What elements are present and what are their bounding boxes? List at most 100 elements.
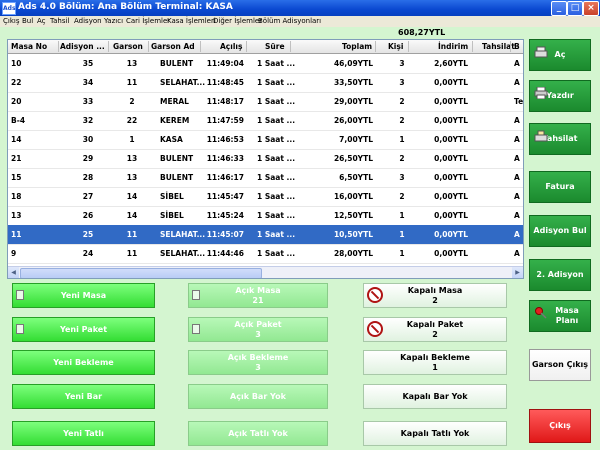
closed-waiting-button[interactable]: Kapalı Bekleme 1 (363, 350, 507, 375)
collect-button[interactable]: Tahsilat (529, 123, 591, 155)
cell-acilis: 11:48:45 (206, 78, 244, 87)
new-package-button[interactable]: Yeni Paket (12, 317, 155, 342)
column-header-masa-no[interactable]: Masa No (11, 42, 47, 51)
cell-masa-no: 20 (11, 97, 22, 106)
minimize-icon[interactable]: _ (551, 1, 567, 16)
menu-item-adisyon[interactable]: Adisyon (74, 16, 102, 27)
cell-acilis: 11:45:07 (206, 230, 244, 239)
orders-table: Masa No Adisyon ... Garson Garson Ad Açı… (7, 39, 524, 279)
column-header-toplam[interactable]: Toplam (342, 42, 372, 51)
exit-button[interactable]: Çıkış (529, 409, 591, 443)
menu-item-tahsil[interactable]: Tahsil (50, 16, 69, 27)
menu-item-cikis[interactable]: Çıkış (3, 16, 19, 27)
find-bill-button[interactable]: Adisyon Bul (529, 215, 591, 247)
menu-item-diger-islemler[interactable]: Diğer İşlemler (213, 16, 262, 27)
invoice-button[interactable]: Fatura (529, 171, 591, 203)
open-dessert-button[interactable]: Açık Tatlı Yok (188, 421, 328, 446)
table-row[interactable]: 15 28 13 BULENT 11:46:17 1 Saat ... 6,50YTL 3 0,… (8, 168, 523, 188)
table-row[interactable]: B-4 32 22 KEREM 11:47:59 1 Saat ... 26,00YTL 2 0… (8, 111, 523, 131)
new-table-button[interactable]: Yeni Masa (12, 283, 155, 308)
cell-garson: 11 (126, 249, 138, 258)
open-button[interactable]: Aç (529, 39, 591, 71)
second-bill-button[interactable]: 2. Adisyon (529, 259, 591, 291)
cell-sure: 1 Saat ... (257, 249, 296, 258)
table-row[interactable]: 11 25 11 SELAHAT... 11:45:07 1 Saat ... 10,50Y… (8, 225, 523, 245)
menu-item-yazici[interactable]: Yazıcı (104, 16, 123, 27)
menu-item-cari-islemler[interactable]: Cari İşlemler (126, 16, 170, 27)
cell-indirim: 0,00YTL (434, 135, 468, 144)
cell-garson-ad: SİBEL (160, 211, 184, 220)
table-row[interactable]: 18 27 14 SİBEL 11:45:47 1 Saat ... 16,00YTL 2 0,… (8, 187, 523, 207)
table-row[interactable]: 21 29 13 BULENT 11:46:33 1 Saat ... 26,50YTL 2 0… (8, 149, 523, 169)
horizontal-scrollbar[interactable]: ◀ ▶ (8, 266, 523, 278)
column-header-acilis[interactable]: Açılış (220, 42, 242, 51)
cell-acilis: 11:46:53 (206, 135, 244, 144)
closed-packages-button[interactable]: Kapalı Paket 2 (363, 317, 507, 342)
print-button[interactable]: Yazdır (529, 80, 591, 112)
open-packages-button[interactable]: Açık Paket 3 (188, 317, 328, 342)
column-header-indirim[interactable]: İndirim (438, 42, 468, 51)
new-bar-button[interactable]: Yeni Bar (12, 384, 155, 409)
cell-kisi: 3 (399, 173, 405, 182)
maximize-icon[interactable]: □ (567, 1, 583, 16)
cell-adisyon: 24 (82, 249, 94, 258)
new-dessert-button[interactable]: Yeni Tatlı (12, 421, 155, 446)
cell-garson-ad: SELAHAT... (160, 249, 206, 258)
cell-garson: 13 (126, 59, 138, 68)
open-waiting-button[interactable]: Açık Bekleme 3 (188, 350, 328, 375)
column-header-b[interactable]: B (514, 42, 520, 51)
closed-tables-button[interactable]: Kapalı Masa 2 (363, 283, 507, 308)
scrollbar-thumb[interactable] (20, 268, 262, 278)
table-row[interactable]: 10 35 13 BULENT 11:49:04 1 Saat ... 46,09YTL 3 2… (8, 54, 523, 74)
table-plan-button[interactable]: Masa Planı (529, 300, 591, 332)
cell-indirim: 0,00YTL (434, 230, 468, 239)
cell-toplam: 7,00YTL (339, 135, 373, 144)
cell-masa-no: 15 (11, 173, 22, 182)
table-row[interactable]: 13 26 14 SİBEL 11:45:24 1 Saat ... 12,50YTL 1 0,… (8, 206, 523, 226)
cell-b: A (514, 59, 520, 68)
cell-b: A (514, 249, 520, 258)
cell-kisi: 2 (399, 192, 405, 201)
menu-item-ac[interactable]: Aç (37, 16, 46, 27)
column-header-sure[interactable]: Süre (265, 42, 285, 51)
menu-item-bolum-adisyonlari[interactable]: Bölüm Adisyonları (258, 16, 321, 27)
table-row[interactable]: 14 30 1 KASA 11:46:53 1 Saat ... 7,00YTL 1 0,00Y… (8, 130, 523, 150)
new-waiting-button[interactable]: Yeni Bekleme (12, 350, 155, 375)
column-header-garson-ad[interactable]: Garson Ad (151, 42, 195, 51)
open-bar-button[interactable]: Açık Bar Yok (188, 384, 328, 409)
open-tables-button[interactable]: Açık Masa 21 (188, 283, 328, 308)
cell-toplam: 16,00YTL (333, 192, 373, 201)
total-bar: 608,27YTL (0, 27, 600, 39)
cell-indirim: 0,00YTL (434, 211, 468, 220)
cell-acilis: 11:47:59 (206, 116, 244, 125)
menu-item-bul[interactable]: Bul (22, 16, 33, 27)
close-icon[interactable]: × (583, 1, 599, 16)
cell-garson: 13 (126, 173, 138, 182)
cell-b: A (514, 78, 520, 87)
column-header-garson[interactable]: Garson (113, 42, 143, 51)
table-row[interactable]: 22 34 11 SELAHAT... 11:48:45 1 Saat ... 33,50Y… (8, 73, 523, 93)
cell-masa-no: B-4 (11, 116, 26, 125)
closed-bar-button[interactable]: Kapalı Bar Yok (363, 384, 507, 409)
table-row[interactable]: 9 24 11 SELAHAT... 11:44:46 1 Saat ... 28,00YT… (8, 244, 523, 264)
cell-b: A (514, 116, 520, 125)
cell-garson-ad: BULENT (160, 154, 194, 163)
scroll-left-icon[interactable]: ◀ (8, 267, 19, 278)
cell-b: A (514, 211, 520, 220)
cell-sure: 1 Saat ... (257, 116, 296, 125)
table-row[interactable]: 20 33 2 MERAL 11:48:17 1 Saat ... 29,00YTL 2 0,0… (8, 92, 523, 112)
column-header-kisi[interactable]: Kişi (388, 42, 403, 51)
cell-garson: 2 (129, 97, 135, 106)
cell-toplam: 28,00YTL (333, 249, 373, 258)
scroll-right-icon[interactable]: ▶ (512, 267, 523, 278)
table-header: Masa No Adisyon ... Garson Garson Ad Açı… (8, 40, 523, 54)
cell-garson-ad: SİBEL (160, 192, 184, 201)
waiter-logout-button[interactable]: Garson Çıkış (529, 349, 591, 381)
closed-dessert-button[interactable]: Kapalı Tatlı Yok (363, 421, 507, 446)
cell-masa-no: 10 (11, 59, 22, 68)
cell-garson: 14 (126, 211, 138, 220)
menu-item-kasa-islemleri[interactable]: Kasa İşlemleri (167, 16, 216, 27)
cell-garson: 11 (126, 230, 138, 239)
menu-bar: Çıkış Bul Aç Tahsil Adisyon Yazıcı Cari … (0, 16, 600, 27)
column-header-adisyon[interactable]: Adisyon ... (60, 42, 105, 51)
